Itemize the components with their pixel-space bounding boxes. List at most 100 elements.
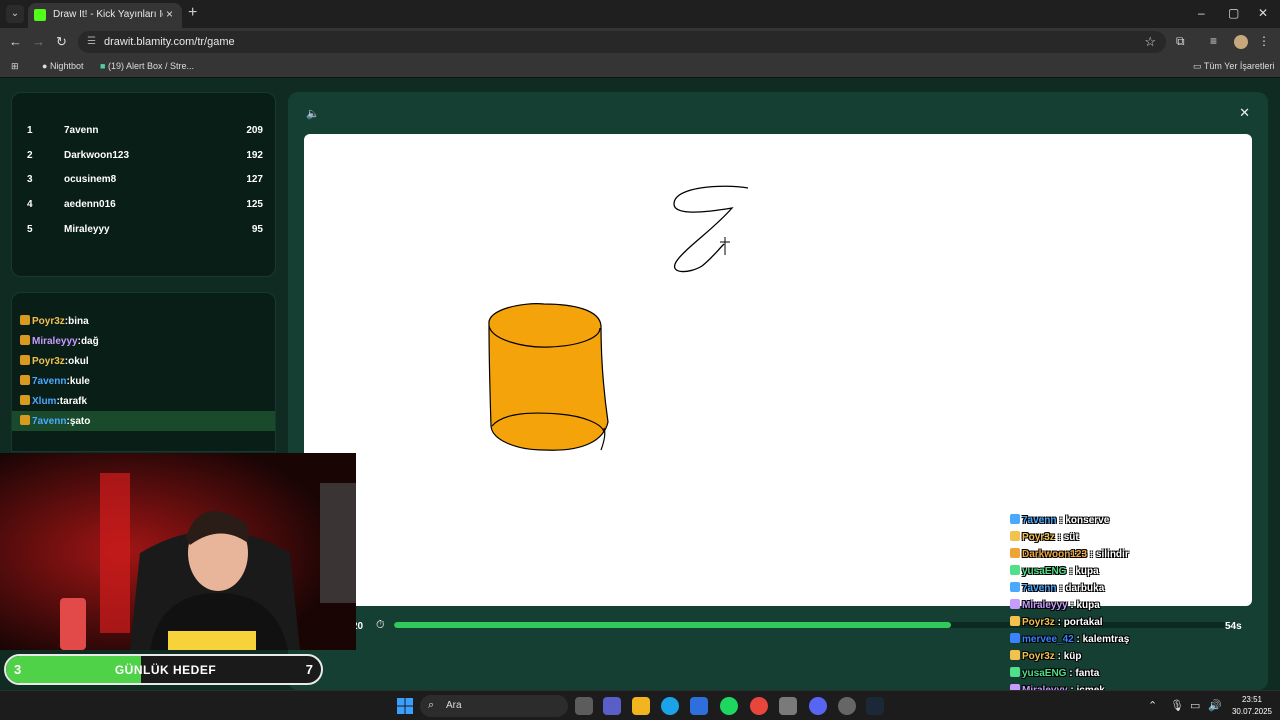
close-window-icon[interactable]: ✕ [1258, 6, 1268, 20]
chat-badge-icon [1010, 565, 1020, 575]
overlay-chat-row: 7avenn : darbuka [1010, 582, 1270, 599]
tab-title: Draw It! - Kick Yayınları İçin Çizim [53, 9, 163, 20]
guess-username: Poyr3z [32, 356, 65, 367]
overlay-chat-row: Poyr3z : portakal [1010, 616, 1270, 633]
crown-badge-icon [20, 335, 30, 345]
settings-app-icon[interactable] [779, 697, 797, 715]
tab-close-icon[interactable]: × [166, 7, 173, 21]
reading-list-icon[interactable]: ≡ [1210, 34, 1217, 48]
guess-row: Poyr3z:okul [12, 351, 275, 371]
chat-badge-icon [1010, 633, 1020, 643]
guess-text: dağ [80, 336, 99, 347]
crown-badge-icon [20, 355, 30, 365]
profile-avatar[interactable] [1234, 35, 1248, 49]
task-view-icon[interactable] [575, 697, 593, 715]
guess-text: okul [68, 356, 89, 367]
tray-chevron-icon[interactable]: ⌃ [1148, 699, 1157, 712]
guess-row: Xlum:tarafk [12, 391, 275, 411]
overlay-chat-user: Poyr3z [1022, 651, 1055, 662]
discord-icon[interactable] [809, 697, 827, 715]
overlay-chat-message: küp [1063, 651, 1082, 662]
microphone-icon[interactable]: 🎙 [1170, 699, 1184, 712]
overlay-chat-user: Poyr3z [1022, 617, 1055, 628]
guess-username: 7avenn [32, 416, 67, 427]
time-progress-fill [394, 622, 952, 628]
guess-text: bina [68, 316, 89, 327]
browser-toolbar: ← → ↻ ☰ drawit.blamity.com/tr/game ☆ ⧉ ≡… [0, 28, 1280, 56]
bookmarks-bar: ⊞ ● Nightbot ■ (19) Alert Box / Stre... … [0, 56, 1280, 78]
overlay-chat-message: konserve [1065, 515, 1110, 526]
leaderboard-row: 3 ocusinem8 127 [27, 174, 263, 185]
webcam-scene [0, 453, 356, 650]
obs-icon[interactable] [838, 697, 856, 715]
crown-badge-icon [20, 395, 30, 405]
bookmark-star-icon[interactable]: ☆ [1144, 34, 1156, 50]
daily-goal-title: GÜNLÜK HEDEF [114, 663, 217, 677]
webcam-overlay [0, 453, 356, 650]
daily-goal-bar: GÜNLÜK HEDEF 3 7 [4, 654, 323, 685]
overlay-chat-user: yusaENG [1022, 668, 1067, 679]
overlay-chat-user: Poyr3z [1022, 532, 1055, 543]
lamp [60, 598, 86, 650]
close-icon[interactable]: ✕ [1239, 105, 1250, 121]
guess-username: Xlum [32, 396, 57, 407]
overlay-chat-row: Poyr3z : süt [1010, 531, 1270, 548]
crown-badge-icon [20, 315, 30, 325]
tab-search-icon[interactable]: ⌄ [6, 5, 24, 23]
maximize-icon[interactable]: ▢ [1228, 6, 1239, 20]
back-icon[interactable]: ← [9, 34, 22, 49]
guess-row: Miraleyyy:dağ [12, 331, 275, 351]
reload-icon[interactable]: ↻ [56, 34, 67, 50]
overlay-chat-message: süt [1063, 532, 1079, 543]
overlay-chat-row: yusaENG : kupa [1010, 565, 1270, 582]
overlay-chat-message: kupa [1076, 600, 1100, 611]
chat-badge-icon [1010, 514, 1020, 524]
leaderboard-row: 1 7avenn 209 [27, 125, 263, 136]
menu-dots-icon[interactable]: ⋮ [1258, 34, 1270, 48]
guess-text: tarafk [59, 396, 88, 407]
edge-icon[interactable] [661, 697, 679, 715]
crown-badge-icon [20, 415, 30, 425]
sound-icon[interactable]: 🔈 [306, 107, 320, 120]
all-bookmarks[interactable]: ▭ Tüm Yer İşaretleri [1193, 61, 1274, 72]
chat-badge-icon [1010, 582, 1020, 592]
overlay-chat-user: Miraleyyy [1022, 600, 1068, 611]
apps-grid-icon[interactable]: ⊞ [11, 61, 19, 72]
forward-icon[interactable]: → [32, 34, 45, 49]
guess-text: şato [69, 416, 91, 427]
volume-icon[interactable]: 🔊 [1208, 699, 1222, 712]
overlay-chat-message: fanta [1075, 668, 1100, 679]
taskbar-clock[interactable]: 23:51 30.07.2025 [1226, 694, 1278, 718]
extensions-icon[interactable]: ⧉ [1176, 34, 1185, 49]
overlay-chat-row: yusaENG : fanta [1010, 667, 1270, 684]
guess-username: 7avenn [32, 376, 67, 387]
overlay-chat-row: mervee_42 : kalemtraş [1010, 633, 1270, 650]
overlay-chat-message: portakal [1063, 617, 1103, 628]
guess-text: kule [69, 376, 90, 387]
chat-badge-icon [1010, 548, 1020, 558]
teams-icon[interactable] [603, 697, 621, 715]
bookmark-alert-box[interactable]: ■ (19) Alert Box / Stre... [100, 61, 194, 71]
overlay-chat-user: yusaENG [1022, 566, 1067, 577]
leaderboard-row: 4 aedenn016 125 [27, 199, 263, 210]
spotify-icon[interactable] [720, 697, 738, 715]
windows-taskbar: ⌕ Ara ⌃ 🎙 ▭ 🔊 23:51 30.07.2025 [0, 690, 1280, 720]
address-bar[interactable]: ☰ drawit.blamity.com/tr/game ☆ [78, 31, 1166, 53]
site-info-icon[interactable]: ☰ [87, 36, 96, 47]
overlay-chat-row: 7avenn : konserve [1010, 514, 1270, 531]
overlay-chat-message: kupa [1075, 566, 1099, 577]
stopwatch-icon: ⏱ [376, 619, 385, 631]
minimize-icon[interactable]: – [1198, 6, 1205, 20]
chrome-icon[interactable] [750, 697, 768, 715]
wall-board [320, 483, 356, 603]
steam-icon[interactable] [866, 697, 884, 715]
overlay-chat-user: 7avenn [1022, 515, 1057, 526]
bookmark-nightbot[interactable]: ● Nightbot [42, 61, 83, 71]
browser-tab[interactable]: Draw It! - Kick Yayınları İçin Çizim × [28, 3, 182, 28]
store-icon[interactable] [690, 697, 708, 715]
taskbar-search[interactable]: ⌕ Ara [420, 695, 568, 717]
network-icon[interactable]: ▭ [1190, 699, 1200, 712]
file-explorer-icon[interactable] [632, 697, 650, 715]
new-tab-icon[interactable]: + [188, 4, 197, 22]
windows-start-icon[interactable] [397, 698, 413, 714]
